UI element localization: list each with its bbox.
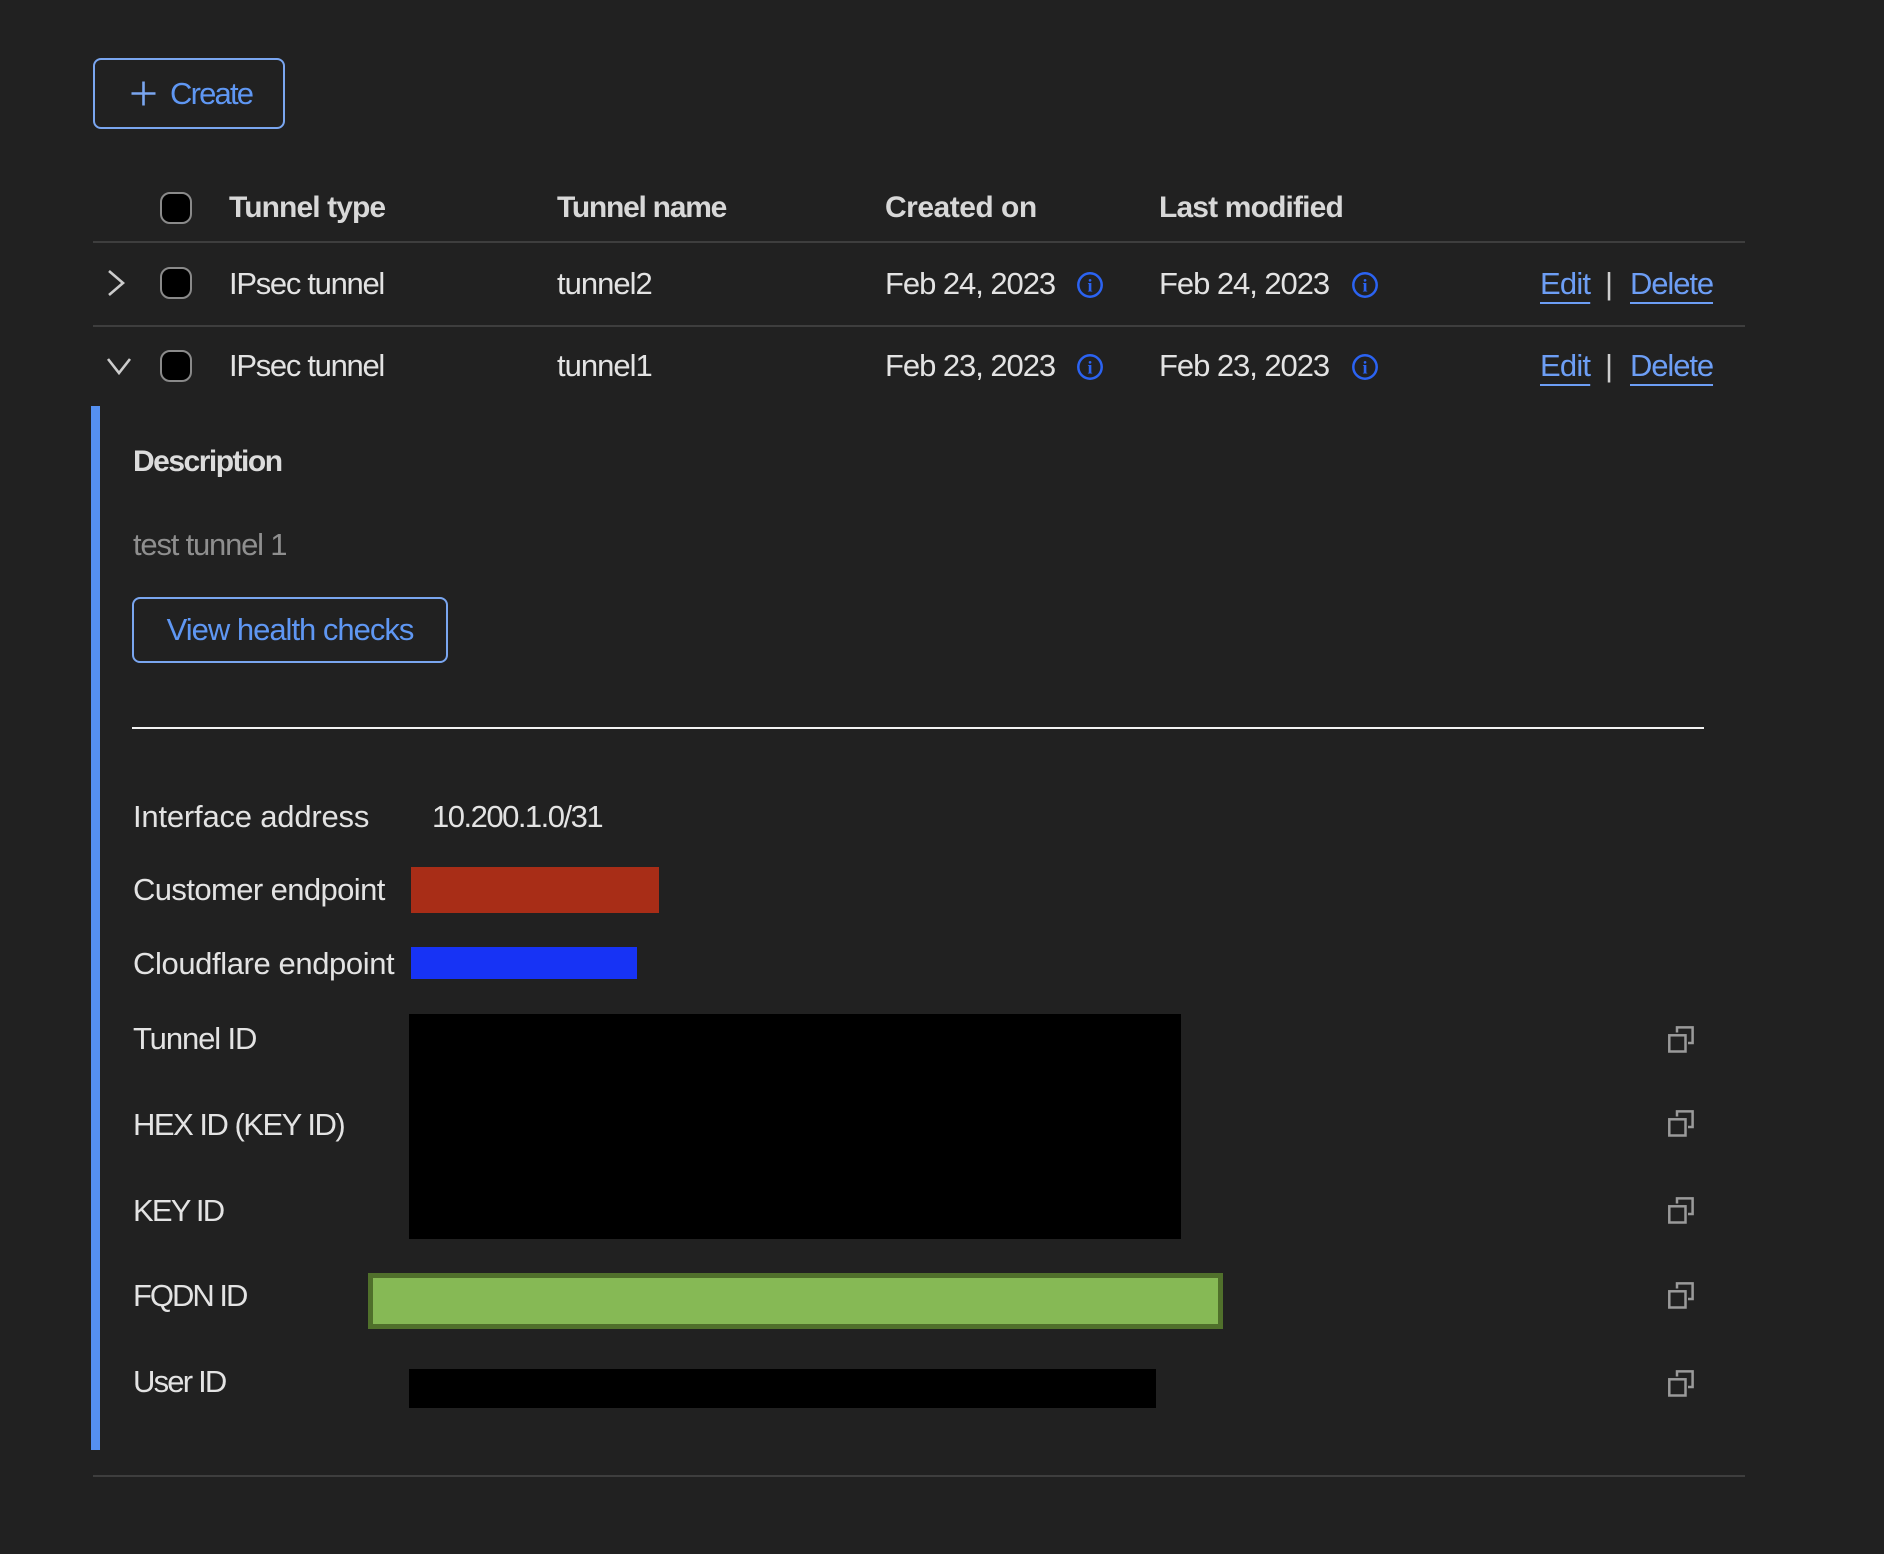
svg-text:i: i	[1362, 276, 1367, 296]
svg-text:i: i	[1087, 358, 1092, 378]
svg-text:i: i	[1362, 358, 1367, 378]
svg-text:i: i	[1087, 276, 1092, 296]
